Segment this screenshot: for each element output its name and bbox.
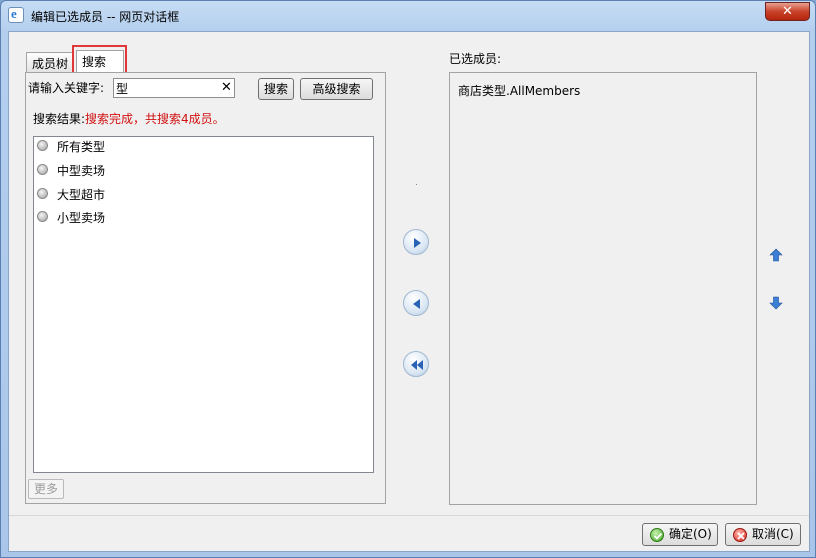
window-title: 编辑已选成员 -- 网页对话框 <box>31 10 180 24</box>
selected-members-list: 商店类型.AllMembers <box>449 72 757 505</box>
list-item-label: 小型卖场 <box>57 211 106 225</box>
cancel-icon <box>733 528 747 542</box>
member-node-icon <box>37 164 48 175</box>
move-up-icon[interactable] <box>769 248 783 262</box>
member-node-icon <box>37 211 48 222</box>
add-selected-button[interactable] <box>403 229 429 255</box>
clear-icon[interactable]: ✕ <box>221 80 232 95</box>
list-item-label: 中型卖场 <box>57 164 106 178</box>
arrow-left-icon <box>413 299 420 309</box>
cancel-button[interactable]: 取消(C) <box>725 523 801 546</box>
ok-button-label: 确定(O) <box>669 527 712 541</box>
list-item[interactable]: 所有类型 <box>37 137 106 157</box>
dialog-content: 成员树 搜索 请输入关键字: ✕ 搜索 高级搜索 搜索结果:搜索完成，共搜索4成… <box>8 31 810 552</box>
list-item-label: 大型超市 <box>57 188 106 202</box>
keyword-input[interactable] <box>113 78 235 98</box>
close-button[interactable]: ✕ <box>765 2 810 21</box>
divider-dot <box>416 184 417 185</box>
footer-divider <box>9 515 809 516</box>
search-button[interactable]: 搜索 <box>258 78 294 100</box>
arrow-right-icon <box>414 238 421 248</box>
list-item-label: 所有类型 <box>57 140 106 154</box>
selected-member-item[interactable]: 商店类型.AllMembers <box>458 82 580 99</box>
more-button[interactable]: 更多 <box>28 479 64 499</box>
tab-search[interactable]: 搜索 <box>76 50 124 72</box>
advanced-search-button[interactable]: 高级搜索 <box>300 78 373 100</box>
member-node-icon <box>37 188 48 199</box>
title-bar[interactable]: 编辑已选成员 -- 网页对话框 ✕ <box>1 1 815 31</box>
result-label: 搜索结果: <box>33 112 86 126</box>
double-arrow-left-icon <box>411 360 423 370</box>
search-result-list: 所有类型 中型卖场 大型超市 小型卖场 <box>33 136 374 473</box>
list-item[interactable]: 大型超市 <box>37 185 106 205</box>
remove-all-button[interactable] <box>403 351 429 377</box>
cancel-button-label: 取消(C) <box>752 527 794 541</box>
remove-selected-button[interactable] <box>403 290 429 316</box>
list-item[interactable]: 中型卖场 <box>37 161 106 181</box>
result-status: 搜索完成，共搜索4成员。 <box>85 112 225 126</box>
search-panel: 请输入关键字: ✕ 搜索 高级搜索 搜索结果:搜索完成，共搜索4成员。 所有类型… <box>25 72 386 504</box>
ok-button[interactable]: 确定(O) <box>642 523 718 546</box>
check-icon <box>650 528 664 542</box>
list-item[interactable]: 小型卖场 <box>37 208 106 228</box>
selected-members-label: 已选成员: <box>449 52 502 66</box>
keyword-label: 请输入关键字: <box>28 81 105 95</box>
ie-app-icon <box>8 6 24 23</box>
tab-member-tree[interactable]: 成员树 <box>26 52 74 72</box>
move-down-icon[interactable] <box>769 296 783 310</box>
member-node-icon <box>37 140 48 151</box>
dialog-window: 编辑已选成员 -- 网页对话框 ✕ 成员树 搜索 请输入关键字: ✕ 搜索 高级… <box>0 0 816 558</box>
search-result-row: 搜索结果:搜索完成，共搜索4成员。 <box>33 110 225 127</box>
